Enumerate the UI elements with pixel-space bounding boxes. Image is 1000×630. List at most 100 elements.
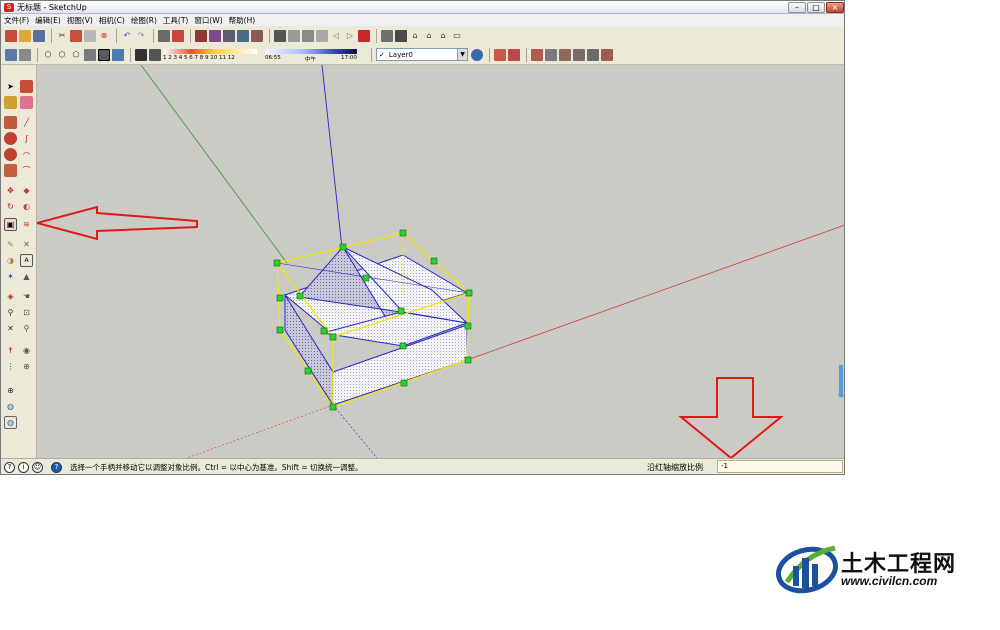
scale-grip[interactable] (399, 229, 407, 237)
follow-me-tool-icon[interactable]: ◐ (20, 200, 33, 213)
scale-grip[interactable] (400, 379, 408, 387)
menu-tools[interactable]: 工具(T) (163, 15, 188, 26)
scale-grip[interactable] (464, 322, 472, 330)
back-edges-icon[interactable] (112, 48, 124, 61)
style-active-icon[interactable] (98, 48, 110, 61)
scale-grip[interactable] (296, 292, 304, 300)
scale-grip[interactable] (399, 342, 407, 350)
text-tool-icon[interactable]: A (20, 254, 33, 267)
line-tool-icon[interactable]: ╱ (20, 116, 33, 129)
sandbox-grid-icon[interactable] (545, 48, 557, 61)
geo-location-status-icon[interactable]: ? (4, 461, 15, 473)
previous-tool-icon[interactable]: ⚲ (20, 322, 33, 335)
menu-file[interactable]: 文件(F) (4, 15, 29, 26)
orbit-icon[interactable] (274, 29, 286, 42)
scale-grip[interactable] (430, 257, 438, 265)
polygon-tool-icon[interactable] (4, 148, 17, 161)
offset-tool-icon[interactable]: ≋ (20, 218, 33, 231)
look-around-icon[interactable]: ◉ (20, 344, 33, 357)
scale-grip[interactable] (273, 259, 281, 267)
redo-icon[interactable]: ↷ (135, 30, 147, 42)
section-plane-tool-icon[interactable]: ⊕ (20, 360, 33, 373)
scale-grip[interactable] (362, 274, 370, 282)
menu-help[interactable]: 帮助(H) (229, 15, 256, 26)
scale-grip[interactable] (320, 327, 328, 335)
section-display-icon[interactable] (508, 48, 520, 61)
credits-status-icon[interactable]: i (18, 461, 29, 473)
right-view-icon[interactable]: ⌂ (423, 30, 435, 42)
position-camera-icon[interactable]: ☨ (4, 344, 17, 357)
hidden-line-icon[interactable]: ⬡ (42, 49, 54, 61)
xray-icon[interactable] (5, 48, 17, 61)
paste-icon[interactable] (84, 29, 96, 42)
pushpull-icon[interactable] (237, 29, 249, 42)
rotate-tool-icon[interactable]: ↻ (4, 200, 17, 213)
smoove-icon[interactable] (559, 48, 571, 61)
move-icon[interactable] (251, 29, 263, 42)
walk-tool-icon[interactable]: ⋮ (4, 360, 17, 373)
add-detail-icon[interactable] (601, 48, 613, 61)
paint-bucket-icon[interactable] (4, 96, 17, 109)
vertical-scroll-handle[interactable] (839, 365, 843, 393)
layer-dropdown[interactable]: ✓ Layer0 ▼ (376, 48, 468, 61)
scale-grip[interactable] (276, 294, 284, 302)
previous-view-icon[interactable]: ◁ (330, 30, 342, 42)
zoom-extents-tool-icon[interactable]: ✕ (4, 322, 17, 335)
pan-icon[interactable] (288, 29, 300, 42)
section-plane-icon[interactable] (494, 48, 506, 61)
make-component-tool-icon[interactable] (20, 80, 33, 93)
shadows-icon[interactable] (135, 48, 147, 61)
pushpull-tool-icon[interactable]: ◆ (20, 184, 33, 197)
shadow-time-slider[interactable]: 06:55 中午 17:00 (265, 47, 361, 63)
scale-grip[interactable] (464, 356, 472, 364)
axes-tool-icon[interactable]: ✶ (4, 270, 17, 283)
scale-grip[interactable] (329, 333, 337, 341)
shaded-icon[interactable]: ⬡ (56, 49, 68, 61)
left-view-icon[interactable]: ▭ (451, 30, 463, 42)
paint-icon[interactable] (209, 29, 221, 42)
scale-grip[interactable] (465, 289, 473, 297)
shadow-month-slider[interactable]: 1 2 3 4 5 6 7 8 9 10 11 12 (163, 47, 259, 63)
print-icon[interactable] (158, 29, 170, 42)
menu-window[interactable]: 窗口(W) (194, 15, 222, 26)
google-earth-icon[interactable]: ◍ (4, 400, 17, 413)
new-file-icon[interactable] (5, 29, 17, 42)
close-button[interactable]: × (826, 2, 844, 13)
monochrome-icon[interactable] (84, 48, 96, 61)
layer-dropdown-arrow-icon[interactable]: ▼ (457, 49, 467, 60)
erase-icon[interactable]: ⊗ (98, 30, 110, 42)
get-models-icon[interactable]: ◍ (4, 416, 17, 429)
zoom-window-tool-icon[interactable]: ⊡ (20, 306, 33, 319)
layer-manager-icon[interactable] (471, 48, 483, 61)
wireframe-icon[interactable] (19, 48, 31, 61)
drape-icon[interactable] (587, 48, 599, 61)
front-view-icon[interactable]: ⌂ (409, 30, 421, 42)
menu-camera[interactable]: 相机(C) (99, 15, 125, 26)
minimize-button[interactable]: – (788, 2, 806, 13)
3d-text-icon[interactable]: ▲ (20, 270, 33, 283)
zoom-tool-icon[interactable]: ⚲ (4, 306, 17, 319)
fog-icon[interactable] (149, 48, 161, 61)
scale-grip[interactable] (276, 326, 284, 334)
make-component-icon[interactable] (195, 29, 207, 42)
scale-grip[interactable] (304, 367, 312, 375)
geo-location-icon[interactable]: ⊕ (4, 384, 17, 397)
dimension-tool-icon[interactable]: ✕ (20, 238, 33, 251)
zoom-window-icon[interactable] (316, 29, 328, 42)
iso-view-icon[interactable] (381, 29, 393, 42)
undo-icon[interactable]: ↶ (121, 30, 133, 42)
model-canvas[interactable] (33, 64, 845, 460)
model-info-icon[interactable] (172, 29, 184, 42)
maximize-button[interactable]: □ (807, 2, 825, 13)
help-status-icon[interactable]: ? (51, 461, 62, 473)
circle-tool-icon[interactable] (4, 132, 17, 145)
shaded-texture-icon[interactable]: ⬠ (70, 49, 82, 61)
pie-tool-icon[interactable] (4, 164, 17, 177)
open-file-icon[interactable] (19, 29, 31, 42)
move-tool-icon[interactable]: ✥ (4, 184, 17, 197)
measurements-input[interactable]: -1 (717, 460, 843, 473)
drawing-viewport[interactable] (33, 64, 845, 460)
next-view-icon[interactable]: ▷ (344, 30, 356, 42)
zoom-extents-icon[interactable] (358, 29, 370, 42)
scale-grip[interactable] (329, 403, 337, 411)
